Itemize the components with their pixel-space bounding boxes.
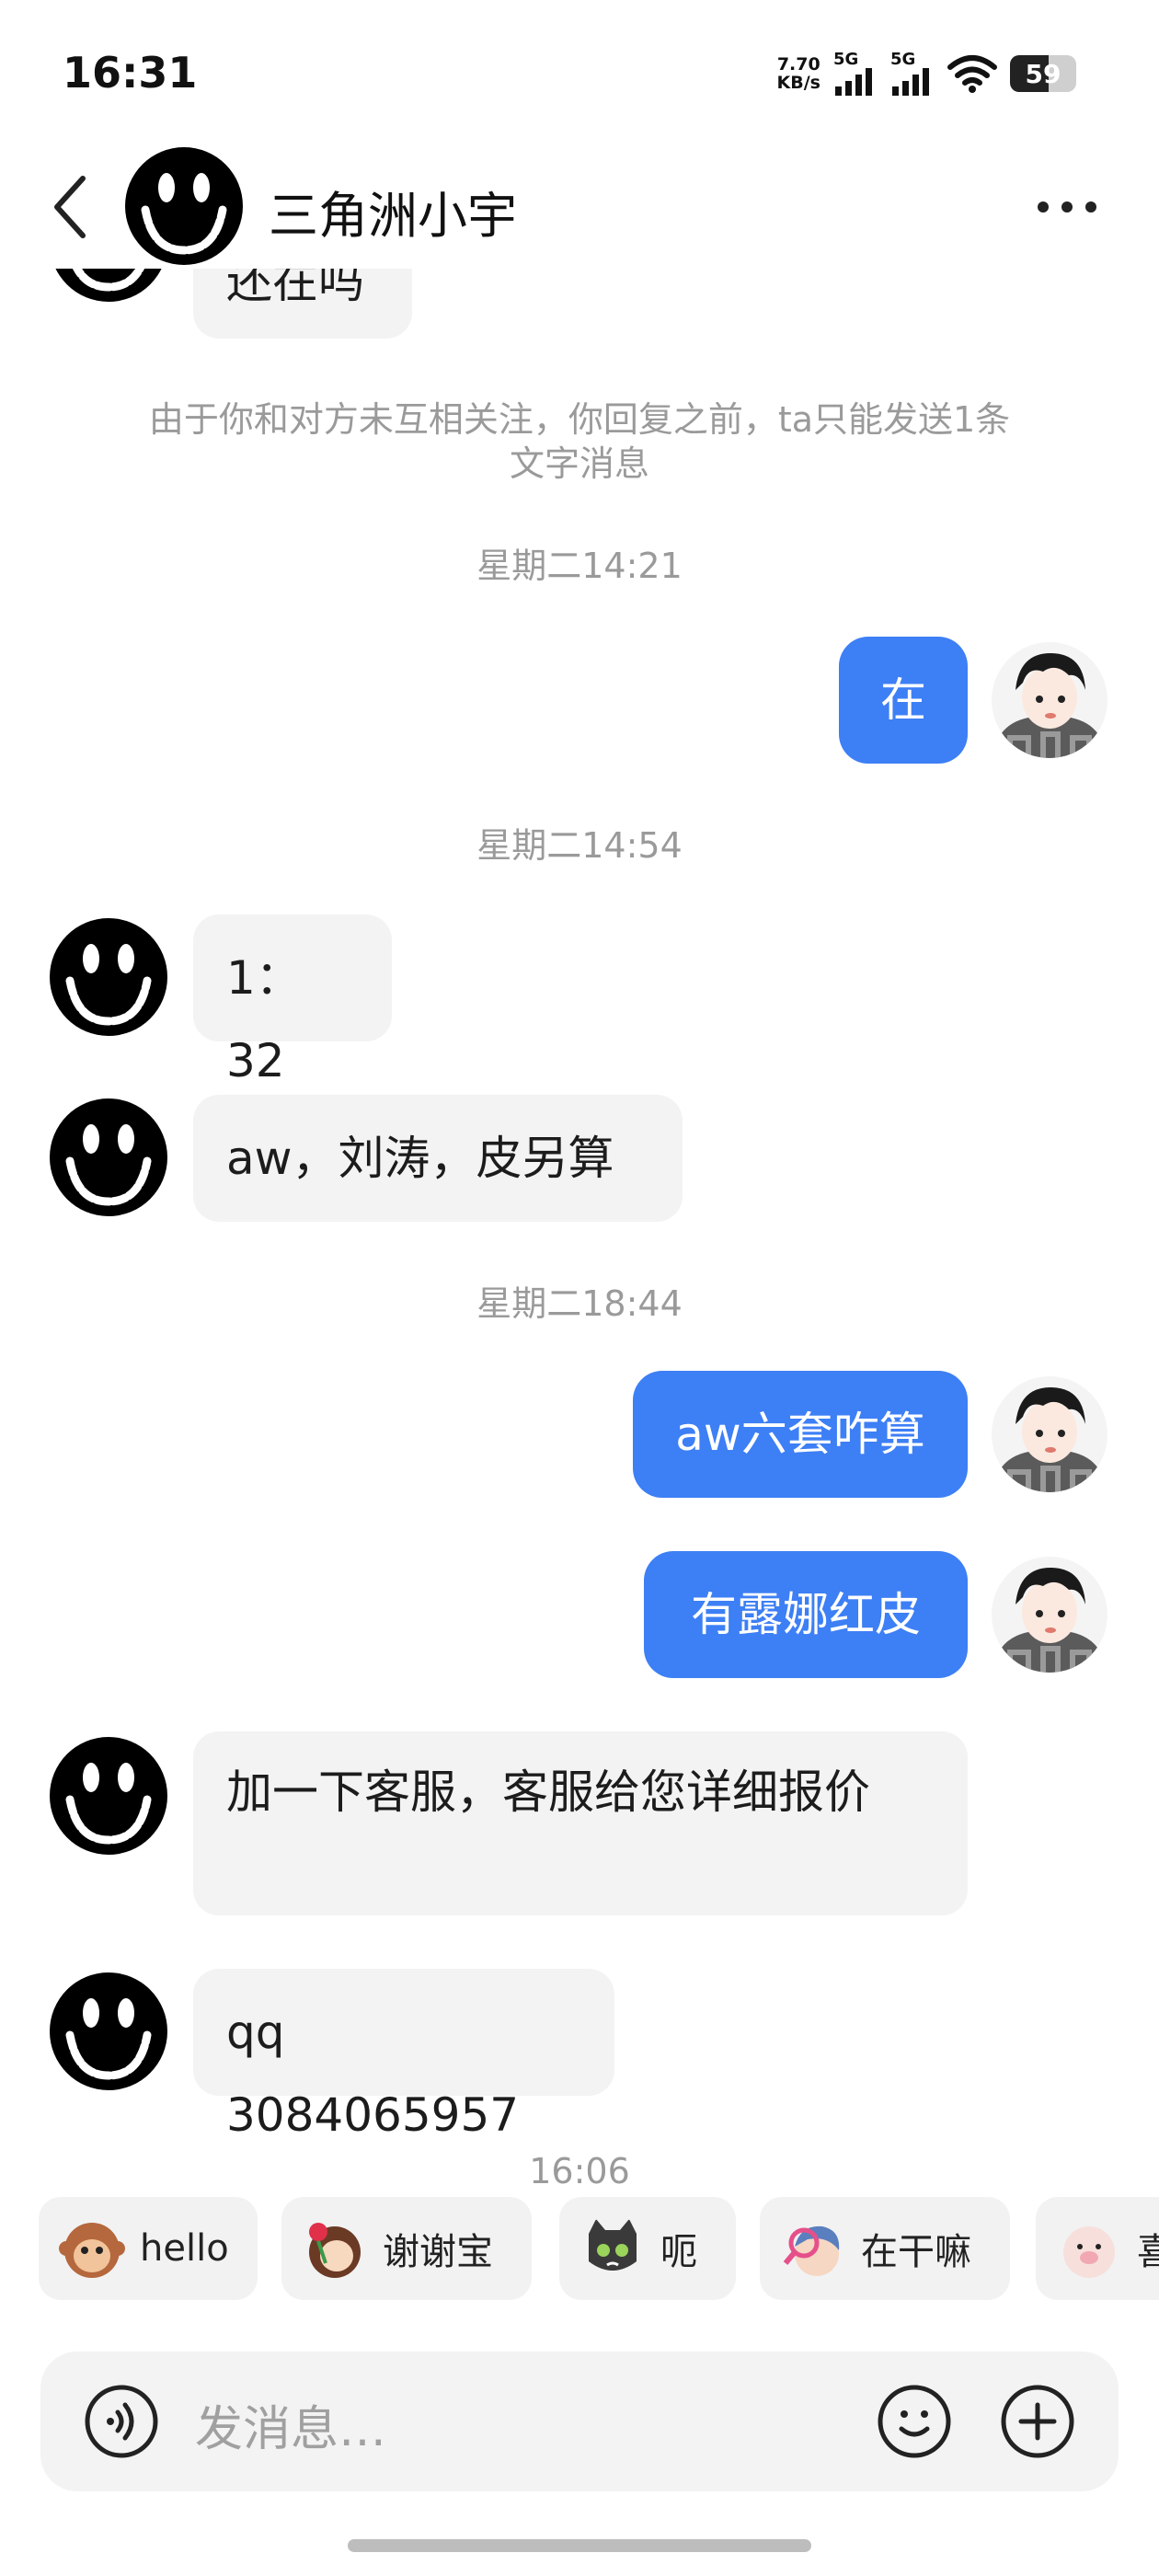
avatar[interactable] (50, 1098, 167, 1216)
quick-reply-chip[interactable]: 喜 (1036, 2197, 1159, 2300)
quick-reply-label: 谢谢宝 (383, 2231, 493, 2273)
status-icons: 7.70 KB/s 5G 5G 59 (777, 52, 1076, 96)
my-avatar[interactable] (992, 642, 1107, 758)
quick-reply-label: hello (140, 2227, 229, 2270)
avatar[interactable] (125, 147, 243, 265)
avatar[interactable] (50, 918, 167, 1036)
timestamp: 星期二14:21 (476, 546, 683, 586)
avatar[interactable] (50, 269, 167, 302)
message-bubble[interactable]: 在 (839, 637, 968, 764)
voice-icon[interactable] (83, 2383, 160, 2460)
chevron-left-icon[interactable] (42, 166, 98, 248)
status-time: 16:31 (63, 48, 198, 98)
my-avatar[interactable] (992, 1376, 1107, 1492)
quick-reply-chip[interactable]: 谢谢宝 (281, 2197, 532, 2300)
battery-icon: 59 (1010, 55, 1076, 92)
girl-rose-icon (309, 2223, 361, 2278)
signal-bars-icon (892, 68, 929, 96)
message-bubble[interactable]: 1：32 (193, 914, 392, 1087)
timestamp: 星期二14:54 (476, 825, 683, 866)
avatar[interactable] (50, 1972, 167, 2090)
piggy-icon (1063, 2226, 1115, 2278)
message-bubble[interactable]: 有露娜红皮 (644, 1551, 968, 1678)
signal-1: 5G (833, 52, 878, 96)
signal-2-label: 5G (890, 50, 916, 69)
avatar[interactable] (50, 1737, 167, 1855)
quick-reply-chip[interactable]: 在干嘛 (760, 2197, 1010, 2300)
message-bubble[interactable]: aw六套咋算 (633, 1371, 968, 1498)
plus-icon[interactable] (999, 2383, 1076, 2460)
home-indicator[interactable] (348, 2539, 811, 2552)
signal-2: 5G (890, 52, 935, 96)
more-dots-icon[interactable] (1030, 189, 1104, 225)
my-avatar[interactable] (992, 1557, 1107, 1673)
net-speed: 7.70 KB/s (777, 55, 820, 92)
signal-1-label: 5G (833, 50, 859, 69)
message-bubble[interactable]: 加一下客服，客服给您详细报价 (193, 1731, 968, 1915)
quick-reply-label: 喜 (1137, 2231, 1159, 2273)
net-speed-unit: KB/s (776, 73, 820, 93)
wifi-icon (947, 55, 997, 93)
page-title: 三角洲小宇 (269, 187, 517, 245)
net-speed-value: 7.70 (776, 54, 820, 75)
signal-bars-icon (835, 68, 872, 96)
message-input[interactable]: 发消息… (195, 2390, 386, 2459)
magnifier-girl-icon (783, 2225, 840, 2276)
timestamp: 16:06 (529, 2151, 630, 2191)
follow-notice: 由于你和对方未互相关注，你回复之前，ta只能发送1条文字消息 (148, 399, 1011, 484)
message-bubble[interactable]: 还在吗 (193, 269, 412, 339)
battery-percent: 59 (1025, 59, 1061, 89)
quick-reply-label: 在干嘛 (861, 2231, 971, 2273)
cat-icon (589, 2219, 637, 2271)
emoji-icon[interactable] (876, 2383, 953, 2460)
quick-reply-label: 呃 (660, 2231, 697, 2273)
quick-reply-chip[interactable]: hello (39, 2197, 258, 2300)
quick-reply-chip[interactable]: 呃 (559, 2197, 736, 2300)
message-bubble[interactable]: aw，刘涛，皮另算 (193, 1095, 683, 1222)
timestamp: 星期二18:44 (476, 1283, 683, 1324)
message-bubble[interactable]: qq 3084065957 (193, 1969, 614, 2142)
monkey-icon (59, 2223, 125, 2278)
